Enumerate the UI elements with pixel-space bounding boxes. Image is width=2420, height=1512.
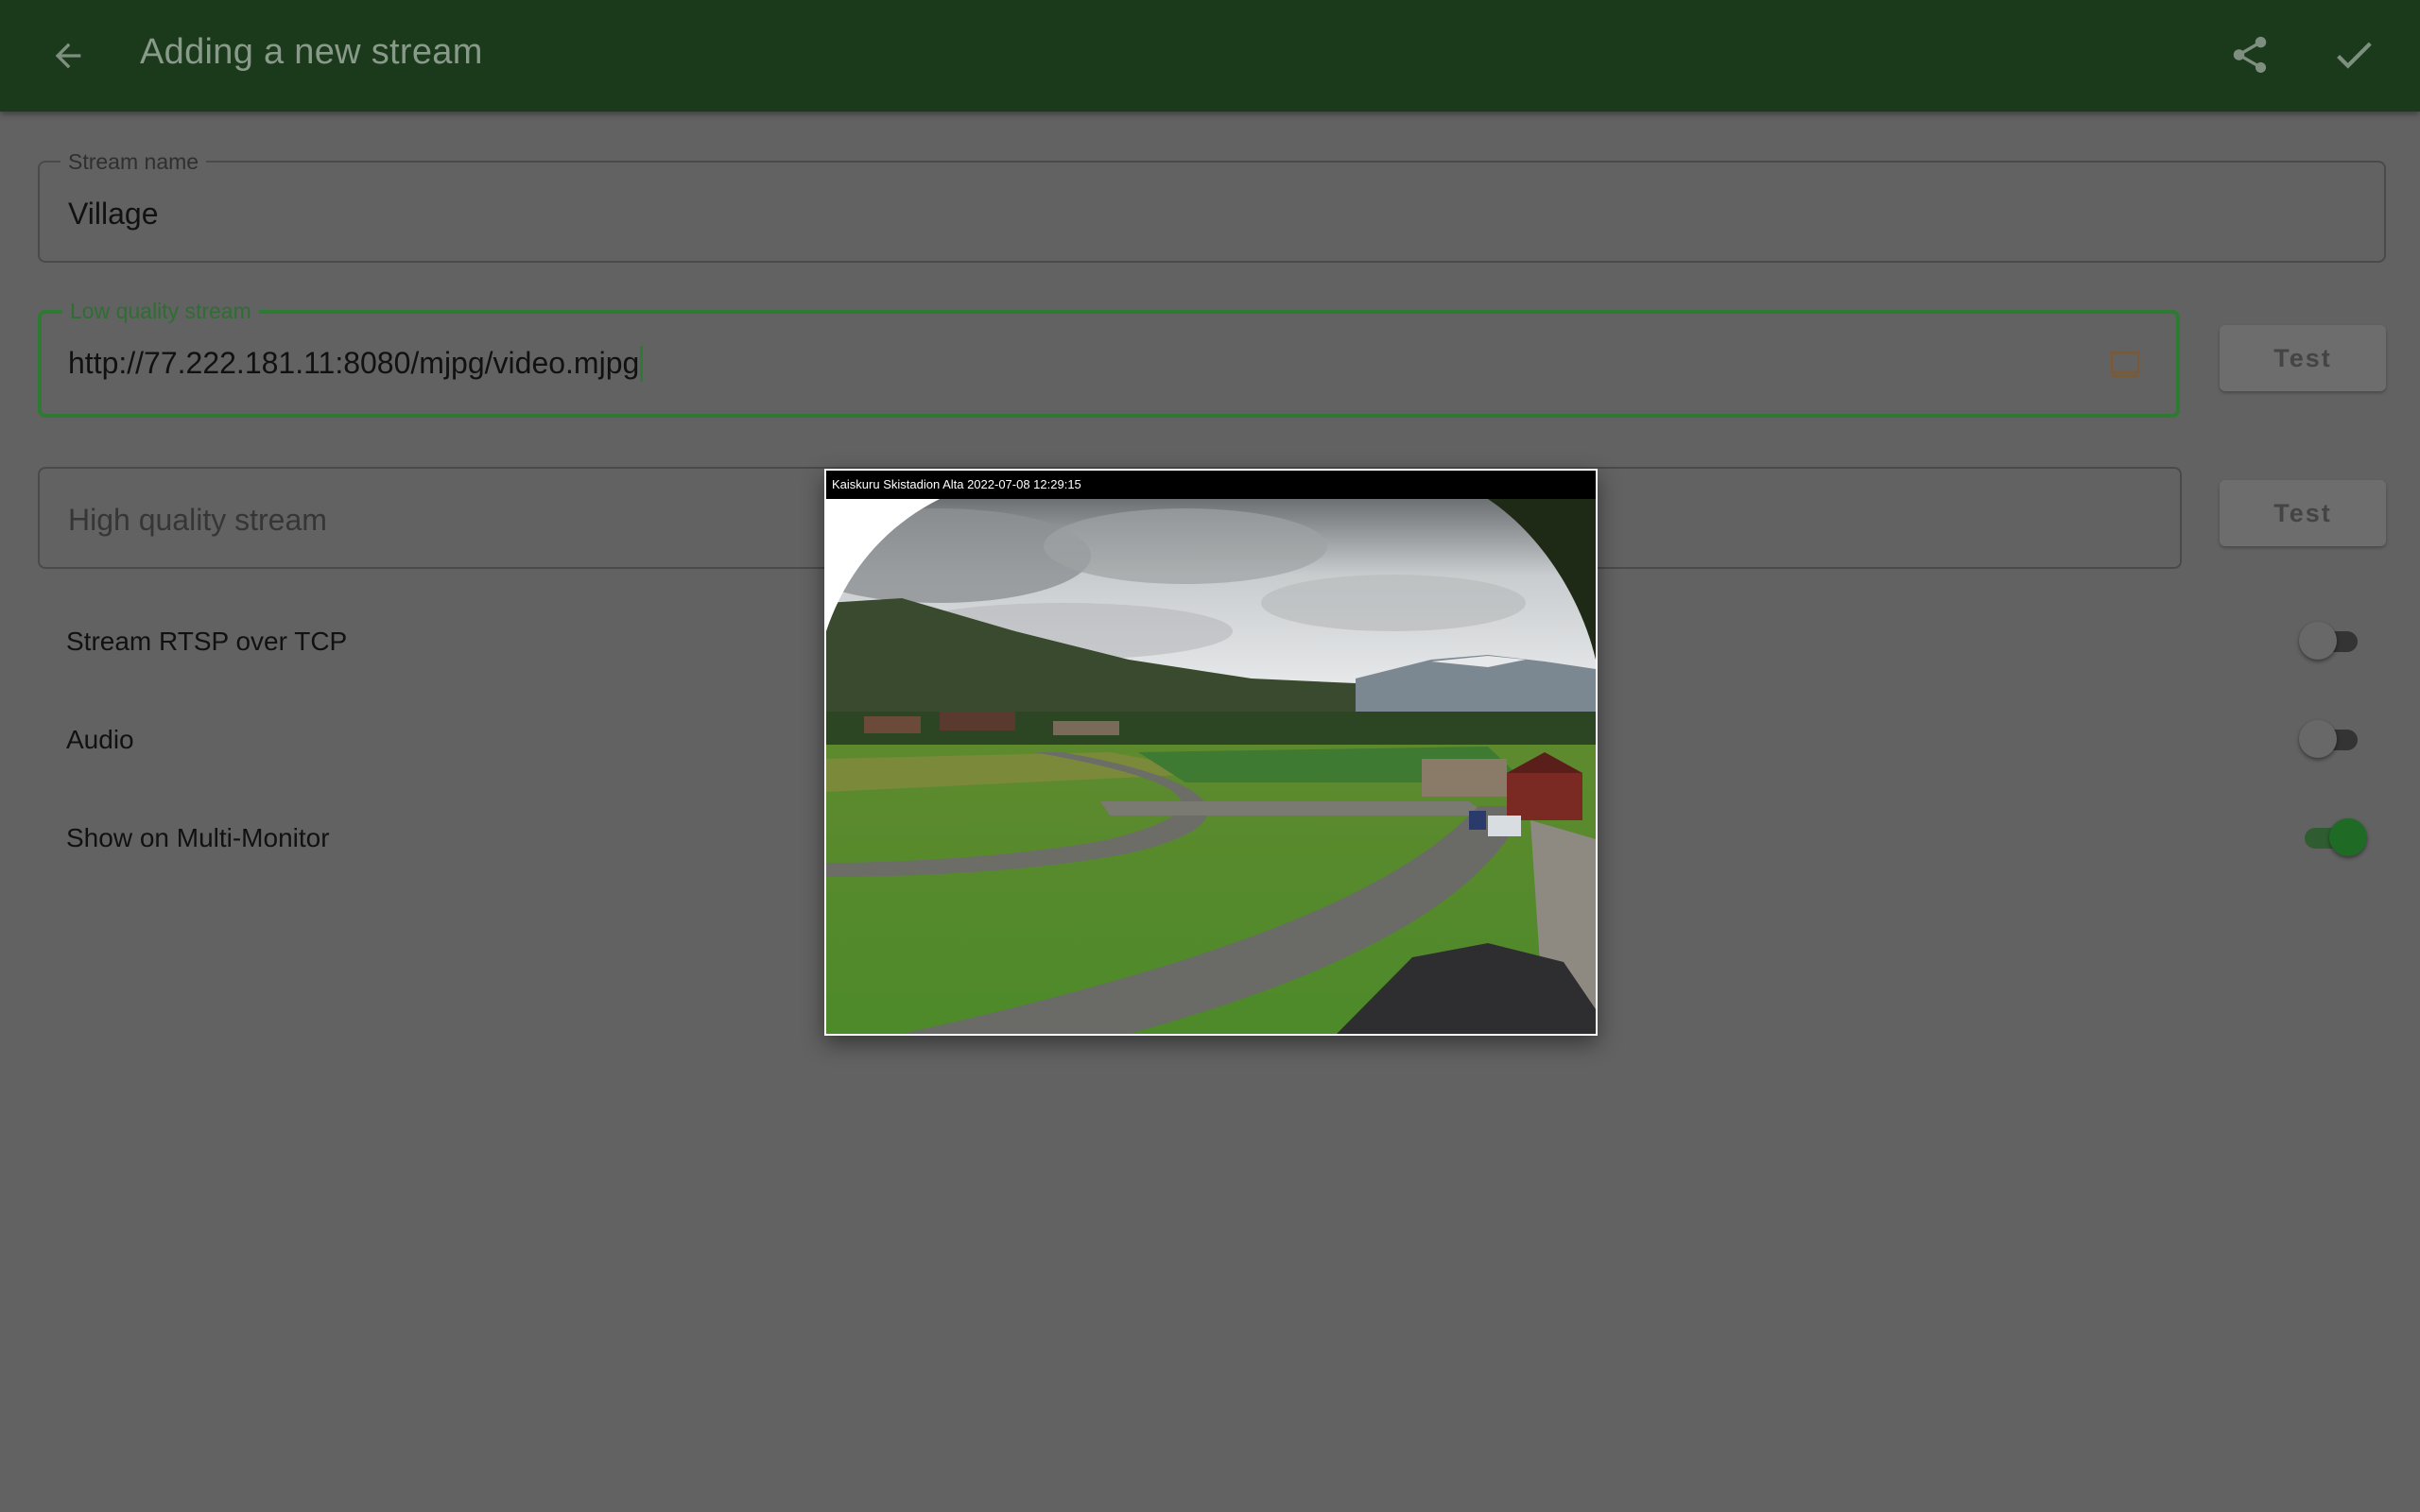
stream-name-field[interactable]: Stream name Village [38, 149, 2386, 263]
audio-label: Audio [66, 725, 134, 754]
test-high-quality-button[interactable]: Test [2220, 480, 2386, 546]
app-bar: Adding a new stream [0, 0, 2420, 112]
share-icon [2233, 36, 2267, 74]
rtsp-over-tcp-switch[interactable] [2299, 622, 2367, 660]
stream-name-input[interactable]: Village [68, 197, 158, 232]
camera-snapshot [826, 499, 1596, 1034]
switch-thumb [2299, 720, 2337, 758]
multi-monitor-switch[interactable] [2299, 818, 2367, 856]
cast-icon [2110, 352, 2140, 378]
confirm-button[interactable] [2325, 26, 2382, 83]
switch-thumb [2299, 622, 2337, 660]
test-low-quality-button[interactable]: Test [2220, 325, 2386, 391]
rtsp-over-tcp-label: Stream RTSP over TCP [66, 627, 348, 656]
low-quality-stream-field[interactable]: Low quality stream http://77.222.181.11:… [38, 299, 2180, 418]
low-quality-stream-input[interactable]: http://77.222.181.11:8080/mjpg/video.mjp… [68, 345, 644, 382]
stream-preview-dialog[interactable]: Kaiskuru Skistadion Alta 2022-07-08 12:2… [824, 469, 1598, 1036]
low-quality-stream-value: http://77.222.181.11:8080/mjpg/video.mjp… [68, 346, 640, 380]
multi-monitor-label: Show on Multi-Monitor [66, 823, 330, 852]
back-button[interactable] [42, 29, 95, 82]
text-caret [640, 345, 644, 382]
switch-thumb [2329, 818, 2367, 856]
high-quality-stream-input[interactable]: High quality stream [68, 503, 327, 538]
stream-name-label: Stream name [60, 149, 207, 174]
arrow-back-icon [55, 43, 81, 69]
cast-button[interactable] [2106, 346, 2144, 384]
audio-switch[interactable] [2299, 720, 2367, 758]
page-title: Adding a new stream [140, 32, 483, 72]
camera-overlay-text: Kaiskuru Skistadion Alta 2022-07-08 12:2… [826, 471, 1596, 499]
check-icon [2337, 42, 2372, 69]
low-quality-stream-label: Low quality stream [62, 299, 259, 323]
share-button[interactable] [2221, 26, 2278, 83]
